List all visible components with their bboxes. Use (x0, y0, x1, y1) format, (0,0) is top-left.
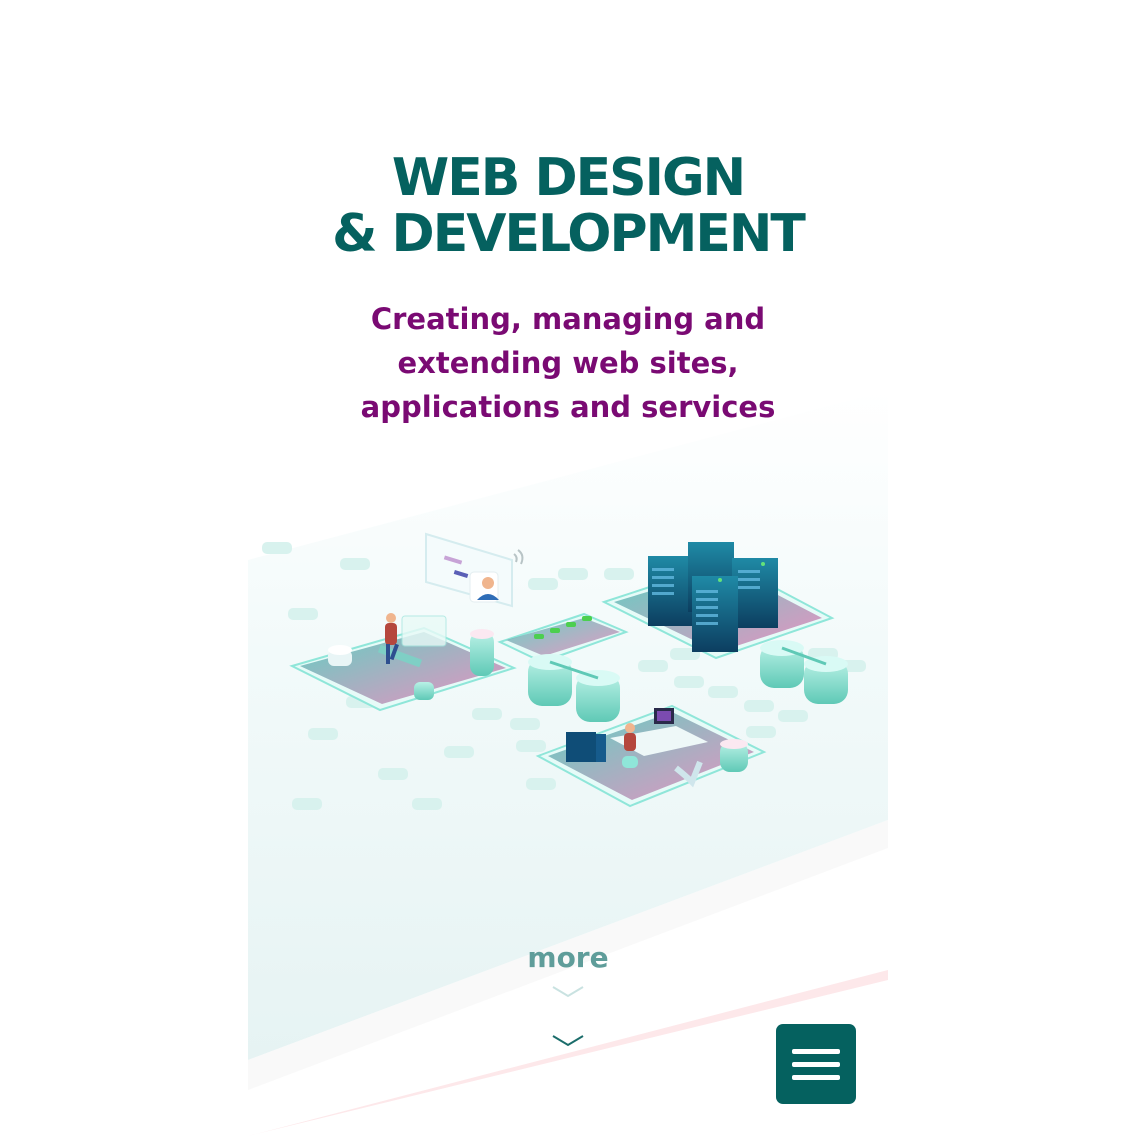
more-link[interactable]: more (468, 938, 668, 978)
left-workstation-platform (289, 613, 517, 712)
chevron-down-icon[interactable] (551, 1034, 585, 1048)
menu-bar-bottom (792, 1075, 840, 1080)
server-rack-platform (601, 542, 835, 660)
hamburger-menu-button[interactable] (776, 1024, 856, 1104)
bottom-developer-platform (535, 704, 767, 808)
page: WEB DESIGN & DEVELOPMENT Creating, manag… (0, 0, 1136, 1136)
menu-bar-top (792, 1049, 840, 1054)
subtitle-line-3: applications and services (360, 390, 776, 424)
menu-bar-middle (792, 1062, 840, 1067)
subtitle-line-2: extending web sites, (397, 346, 739, 380)
title-line-2: & DEVELOPMENT (332, 204, 806, 264)
page-title: WEB DESIGN & DEVELOPMENT (248, 150, 888, 262)
profile-screen-panel (425, 532, 524, 608)
middle-progress-platform (497, 612, 629, 664)
isometric-network-illustration (262, 532, 866, 810)
subtitle-line-1: Creating, managing and (370, 302, 766, 336)
chevron-down-icon (552, 986, 584, 998)
page-subtitle: Creating, managing and extending web sit… (248, 297, 888, 429)
mobile-viewport: WEB DESIGN & DEVELOPMENT Creating, manag… (248, 0, 888, 1136)
title-line-1: WEB DESIGN (391, 148, 746, 208)
database-stack-left (528, 654, 620, 722)
